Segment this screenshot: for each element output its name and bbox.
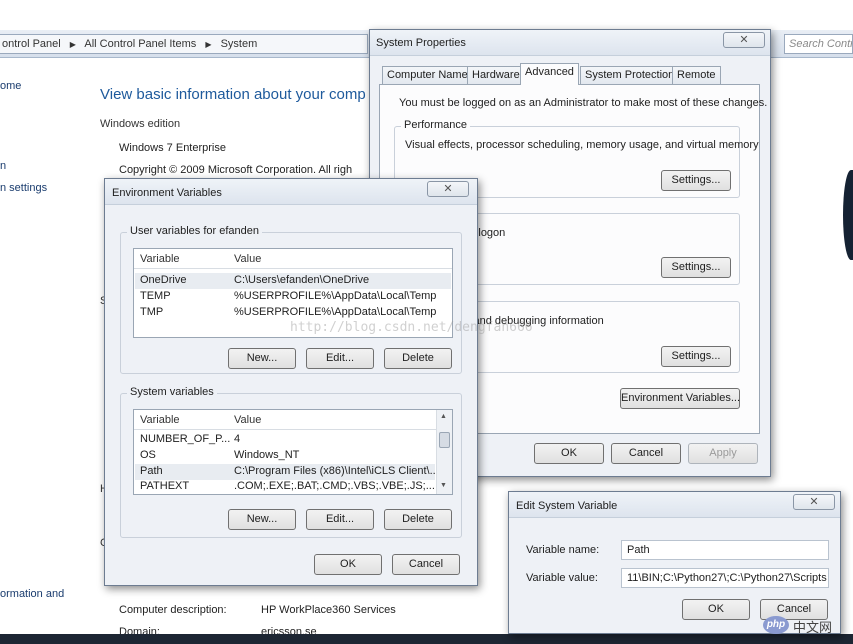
- variable-name: TEMP: [140, 290, 171, 302]
- variable-value: .COM;.EXE;.BAT;.CMD;.VBS;.VBE;.JS;....: [234, 480, 435, 492]
- close-icon[interactable]: ✕: [427, 181, 469, 197]
- column-header-variable[interactable]: Variable: [140, 414, 180, 426]
- left-link-information[interactable]: ormation and: [0, 588, 64, 600]
- table-row[interactable]: OneDrive C:\Users\efanden\OneDrive: [135, 273, 451, 289]
- variable-value: Windows_NT: [234, 449, 300, 461]
- variable-value-label: Variable value:: [526, 572, 598, 584]
- variable-name-field[interactable]: Path: [621, 540, 829, 560]
- system-delete-button[interactable]: Delete: [384, 509, 452, 530]
- variable-name-label: Variable name:: [526, 544, 600, 556]
- computer-description-value: HP WorkPlace360 Services: [261, 604, 396, 616]
- search-input[interactable]: Search Contr: [784, 34, 853, 54]
- edition-text: Windows 7 Enterprise: [119, 142, 226, 154]
- copyright-text: Copyright © 2009 Microsoft Corporation. …: [119, 164, 353, 176]
- left-link-n[interactable]: n: [0, 160, 6, 172]
- env-cancel-button[interactable]: Cancel: [392, 554, 460, 575]
- scroll-down-icon[interactable]: ▼: [440, 482, 447, 489]
- user-list-header: Variable Value: [134, 249, 452, 269]
- variable-value: %USERPROFILE%\AppData\Local\Temp: [234, 306, 437, 318]
- system-edit-button[interactable]: Edit...: [306, 509, 374, 530]
- tab-remote[interactable]: Remote: [672, 66, 721, 84]
- edit-system-variable-dialog: Edit System Variable ✕ Variable name: Pa…: [508, 491, 841, 634]
- scroll-up-icon[interactable]: ▲: [440, 413, 447, 420]
- edit-ok-button[interactable]: OK: [682, 599, 750, 620]
- vertical-scrollbar[interactable]: ▲ ▼: [436, 410, 452, 494]
- breadcrumb-item-system[interactable]: System: [221, 38, 258, 50]
- close-icon[interactable]: ✕: [723, 32, 765, 48]
- user-profiles-settings-button[interactable]: Settings...: [661, 257, 731, 278]
- breadcrumb[interactable]: ontrol Panel ▶ All Control Panel Items ▶…: [0, 34, 368, 54]
- performance-settings-button[interactable]: Settings...: [661, 170, 731, 191]
- desktop-top: [0, 0, 853, 30]
- variable-name: OS: [140, 449, 156, 461]
- oem-logo: [843, 170, 853, 260]
- system-properties-ok-button[interactable]: OK: [534, 443, 604, 464]
- system-variables-list[interactable]: Variable Value NUMBER_OF_P... 4 OS Windo…: [133, 409, 453, 495]
- watermark: http://blog.csdn.net/dengfan666: [290, 320, 533, 335]
- user-variables-group: User variables for efanden Variable Valu…: [120, 225, 462, 374]
- system-properties-cancel-button[interactable]: Cancel: [611, 443, 681, 464]
- tab-computer-name[interactable]: Computer Name: [382, 66, 473, 84]
- environment-variables-dialog: Environment Variables ✕ User variables f…: [104, 178, 478, 586]
- variable-value: C:\Program Files (x86)\Intel\iCLS Client…: [234, 465, 435, 477]
- left-link-settings[interactable]: n settings: [0, 182, 47, 194]
- taskbar: [0, 634, 853, 644]
- tab-hardware[interactable]: Hardware: [467, 66, 525, 84]
- user-edit-button[interactable]: Edit...: [306, 348, 374, 369]
- column-header-value[interactable]: Value: [234, 253, 261, 265]
- admin-note: You must be logged on as an Administrato…: [399, 97, 768, 109]
- table-row[interactable]: TMP %USERPROFILE%\AppData\Local\Temp: [135, 305, 451, 321]
- variable-name: OneDrive: [140, 274, 187, 286]
- variable-value: %USERPROFILE%\AppData\Local\Temp: [234, 290, 437, 302]
- user-new-button[interactable]: New...: [228, 348, 296, 369]
- computer-description-label: Computer description:: [119, 604, 227, 616]
- table-row[interactable]: TEMP %USERPROFILE%\AppData\Local\Temp: [135, 289, 451, 305]
- variable-value: 4: [234, 433, 241, 445]
- chevron-right-icon: ▶: [69, 40, 76, 49]
- system-properties-title: System Properties: [376, 37, 466, 49]
- php-badge: php: [763, 616, 789, 634]
- user-variables-label: User variables for efanden: [127, 225, 263, 237]
- system-variables-group: System variables Variable Value NUMBER_O…: [120, 386, 462, 538]
- system-variables-label: System variables: [127, 386, 217, 398]
- scrollbar-thumb[interactable]: [439, 432, 450, 448]
- environment-variables-title: Environment Variables: [112, 187, 222, 199]
- table-row[interactable]: NUMBER_OF_P... 4: [135, 432, 435, 448]
- variable-name: Path: [140, 465, 163, 477]
- column-header-value[interactable]: Value: [234, 414, 261, 426]
- variable-value: C:\Users\efanden\OneDrive: [234, 274, 370, 286]
- edit-variable-title: Edit System Variable: [516, 500, 618, 512]
- performance-desc: Visual effects, processor scheduling, me…: [405, 139, 759, 151]
- chevron-right-icon: ▶: [205, 40, 212, 49]
- env-ok-button[interactable]: OK: [314, 554, 382, 575]
- breadcrumb-item-all-items[interactable]: All Control Panel Items: [84, 38, 196, 50]
- column-header-variable[interactable]: Variable: [140, 253, 180, 265]
- system-list-header: Variable Value: [134, 410, 452, 430]
- system-properties-apply-button[interactable]: Apply: [688, 443, 758, 464]
- environment-variables-button[interactable]: Environment Variables...: [620, 388, 740, 409]
- variable-value-field[interactable]: 11\BIN;C:\Python27\;C:\Python27\Scripts: [621, 568, 829, 588]
- variable-name: NUMBER_OF_P...: [140, 433, 231, 445]
- windows-edition-heading: Windows edition: [100, 118, 181, 130]
- tab-system-protection[interactable]: System Protection: [580, 66, 680, 84]
- table-row[interactable]: Path C:\Program Files (x86)\Intel\iCLS C…: [135, 464, 435, 480]
- system-new-button[interactable]: New...: [228, 509, 296, 530]
- php-logo-text: 中文网: [793, 620, 833, 635]
- left-pane: ome n n settings ormation and: [0, 58, 88, 634]
- performance-label: Performance: [401, 119, 470, 131]
- variable-name: TMP: [140, 306, 164, 318]
- breadcrumb-item-control-panel[interactable]: ontrol Panel: [2, 38, 61, 50]
- table-row[interactable]: OS Windows_NT: [135, 448, 435, 464]
- startup-recovery-settings-button[interactable]: Settings...: [661, 346, 731, 367]
- variable-name: PATHEXT: [140, 480, 190, 492]
- tab-advanced[interactable]: Advanced: [520, 63, 579, 85]
- page-title: View basic information about your comp: [100, 86, 366, 103]
- user-delete-button[interactable]: Delete: [384, 348, 452, 369]
- left-link-home[interactable]: ome: [0, 80, 21, 92]
- table-row[interactable]: PATHEXT .COM;.EXE;.BAT;.CMD;.VBS;.VBE;.J…: [135, 479, 435, 495]
- close-icon[interactable]: ✕: [793, 494, 835, 510]
- php-logo: php 中文网: [763, 614, 847, 636]
